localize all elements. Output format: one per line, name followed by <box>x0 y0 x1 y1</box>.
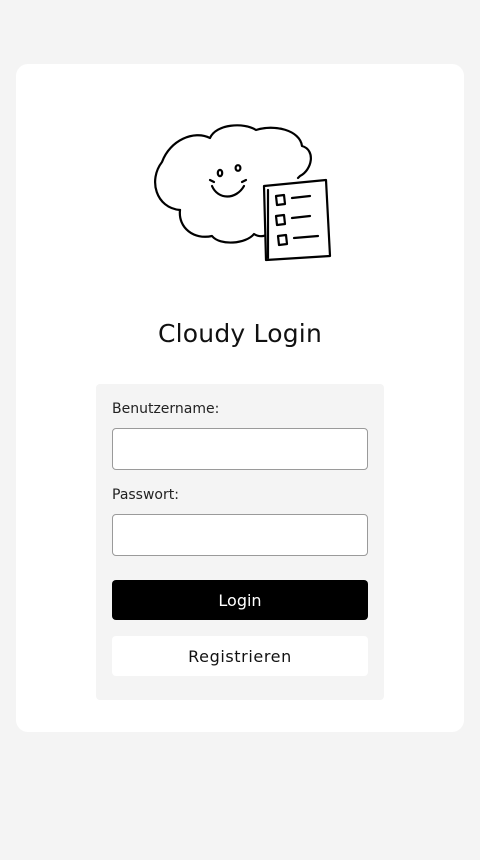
page-title: Cloudy Login <box>158 319 322 348</box>
login-form: Benutzername: Passwort: Login Registrier… <box>96 384 384 700</box>
register-button[interactable]: Registrieren <box>112 636 368 676</box>
login-card: Cloudy Login Benutzername: Passwort: Log… <box>16 64 464 732</box>
password-label: Passwort: <box>112 487 179 503</box>
username-input[interactable] <box>112 428 368 470</box>
password-input[interactable] <box>112 514 368 556</box>
username-label: Benutzername: <box>112 401 220 417</box>
cloud-with-checklist-icon <box>150 120 350 270</box>
login-button[interactable]: Login <box>112 580 368 620</box>
